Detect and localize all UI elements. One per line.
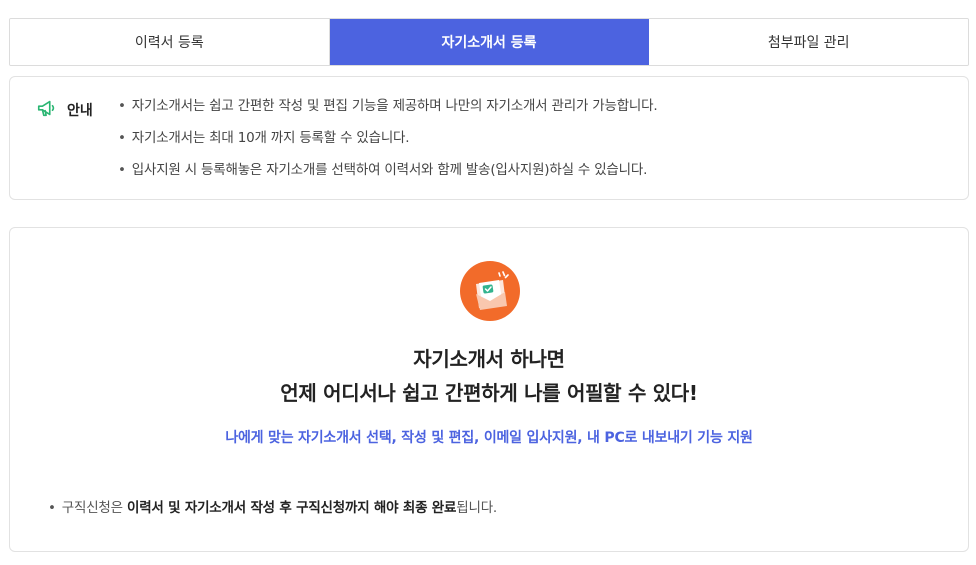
document-envelope-icon: [459, 260, 521, 322]
footnote-emphasis: 이력서 및 자기소개서 작성 후 구직신청까지 해야 최종 완료: [126, 500, 457, 516]
headline-line-1: 자기소개서 하나면: [413, 347, 565, 371]
feature-subline: 나에게 맞는 자기소개서 선택, 작성 및 편집, 이메일 입사지원, 내 PC…: [225, 430, 753, 446]
footnote-prefix: 구직신청은: [61, 500, 127, 516]
tab-cover-letter-register[interactable]: 자기소개서 등록: [329, 19, 650, 65]
tab-bar: 이력서 등록 자기소개서 등록 첨부파일 관리: [9, 18, 969, 66]
notice-header: 안내: [36, 97, 93, 123]
footnote-suffix: 됩니다.: [456, 500, 498, 516]
notice-item: 자기소개서는 최대 10개 까지 등록할 수 있습니다.: [118, 127, 657, 159]
headline-line-2: 언제 어디서나 쉽고 간편하게 나를 어필할 수 있다!: [280, 381, 698, 405]
notice-title: 안내: [67, 103, 93, 119]
notice-item: 자기소개서는 쉽고 간편한 작성 및 편집 기능을 제공하며 나만의 자기소개서…: [118, 95, 658, 127]
job-application-footnote: • 구직신청은 이력서 및 자기소개서 작성 후 구직신청까지 해야 최종 완료됩…: [48, 496, 497, 516]
bullet: •: [48, 500, 56, 516]
megaphone-icon: [36, 97, 58, 123]
tab-resume-register[interactable]: 이력서 등록: [10, 19, 330, 65]
notice-item: 입사지원 시 등록해놓은 자기소개를 선택하여 이력서와 함께 발송(입사지원)…: [118, 159, 657, 191]
notice-box: 안내 자기소개서는 쉽고 간편한 작성 및 편집 기능을 제공하며 나만의 자기…: [9, 76, 969, 200]
notice-list: 자기소개서는 쉽고 간편한 작성 및 편집 기능을 제공하며 나만의 자기소개서…: [118, 95, 658, 191]
tab-attachment-manage[interactable]: 첨부파일 관리: [649, 19, 968, 65]
cover-letter-empty-panel: 자기소개서 하나면 언제 어디서나 쉽고 간편하게 나를 어필할 수 있다! 나…: [9, 227, 969, 552]
